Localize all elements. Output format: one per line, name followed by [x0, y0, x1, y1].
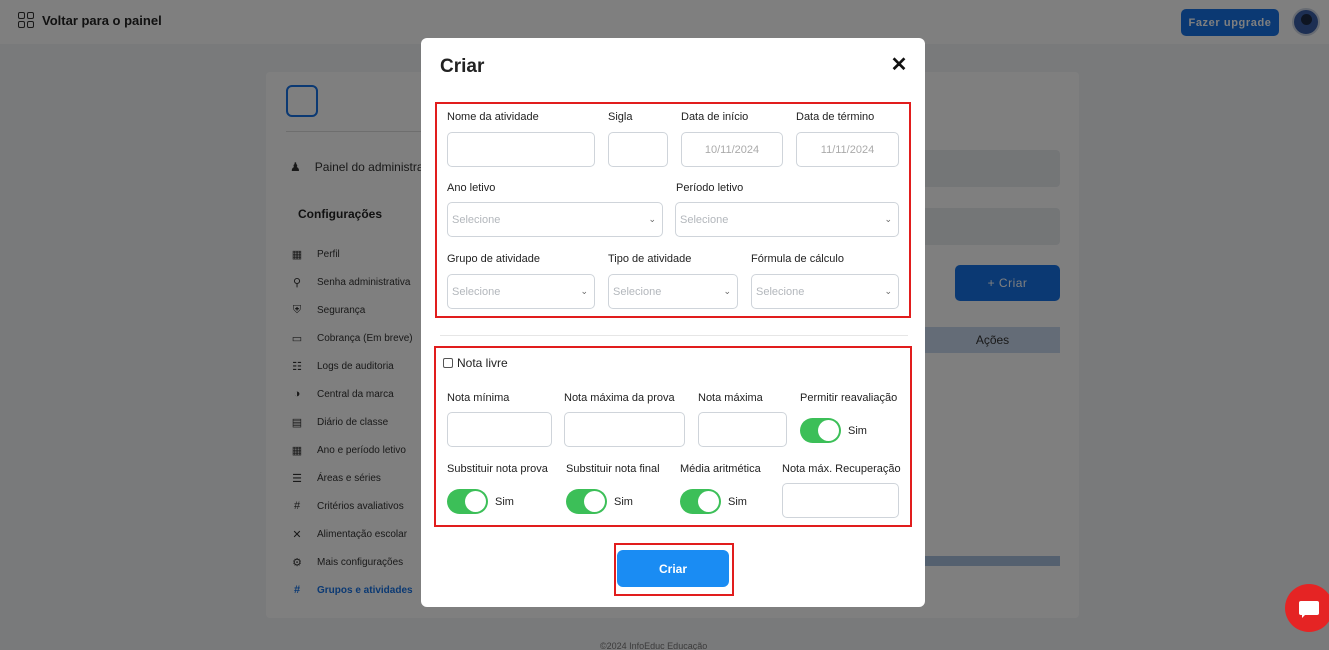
start-date-input[interactable]: [681, 132, 783, 167]
school-year-label: Ano letivo: [447, 182, 496, 194]
activity-group-select[interactable]: Selecione ⌄: [447, 274, 595, 309]
arithmetic-mean-label: Média aritmética: [680, 463, 761, 475]
replace-final-grade-toggle[interactable]: Sim: [566, 489, 633, 514]
chat-bubble-icon: [1299, 601, 1319, 618]
toggle-state-text: Sim: [495, 495, 514, 508]
chevron-down-icon: ⌄: [723, 286, 731, 296]
recovery-max-grade-label: Nota máx. Recuperação: [782, 463, 901, 475]
activity-type-label: Tipo de atividade: [608, 253, 692, 265]
free-grade-checkbox[interactable]: [443, 358, 453, 368]
section-divider: [440, 335, 908, 336]
activity-type-select[interactable]: Selecione ⌄: [608, 274, 738, 309]
select-placeholder: Selecione: [756, 285, 805, 298]
end-date-input[interactable]: [796, 132, 899, 167]
max-grade-label: Nota máxima: [698, 392, 763, 404]
exam-max-grade-label: Nota máxima da prova: [564, 392, 675, 404]
replace-final-grade-label: Substituir nota final: [566, 463, 660, 475]
chevron-down-icon: ⌄: [884, 286, 892, 296]
activity-name-input[interactable]: [447, 132, 595, 167]
modal-title: Criar: [440, 56, 485, 77]
create-button[interactable]: Criar: [617, 550, 729, 587]
create-activity-modal: Criar ✕ Nome da atividade Sigla Data de …: [421, 38, 925, 607]
toggle-state-text: Sim: [848, 424, 867, 437]
free-grade-label: Nota livre: [457, 356, 508, 370]
chevron-down-icon: ⌄: [580, 286, 588, 296]
select-placeholder: Selecione: [680, 213, 729, 226]
activity-group-label: Grupo de atividade: [447, 253, 540, 265]
toggle-track: [800, 418, 841, 443]
min-grade-input[interactable]: [447, 412, 552, 447]
school-period-select[interactable]: Selecione ⌄: [675, 202, 899, 237]
exam-max-grade-input[interactable]: [564, 412, 685, 447]
close-icon[interactable]: ✕: [889, 55, 909, 75]
max-grade-input[interactable]: [698, 412, 787, 447]
toggle-state-text: Sim: [728, 495, 747, 508]
allow-reassessment-label: Permitir reavaliação: [800, 392, 898, 404]
min-grade-label: Nota mínima: [447, 392, 510, 404]
chevron-down-icon: ⌄: [648, 214, 656, 224]
school-period-label: Período letivo: [676, 182, 744, 194]
recovery-max-grade-input[interactable]: [782, 483, 899, 518]
start-date-label: Data de início: [681, 111, 749, 123]
select-placeholder: Selecione: [452, 285, 501, 298]
replace-exam-grade-label: Substituir nota prova: [447, 463, 548, 475]
activity-name-label: Nome da atividade: [447, 111, 539, 123]
chat-button[interactable]: [1285, 584, 1329, 632]
toggle-track: [566, 489, 607, 514]
calculation-formula-select[interactable]: Selecione ⌄: [751, 274, 899, 309]
acronym-label: Sigla: [608, 111, 633, 123]
acronym-input[interactable]: [608, 132, 668, 167]
replace-exam-grade-toggle[interactable]: Sim: [447, 489, 514, 514]
end-date-label: Data de término: [796, 111, 875, 123]
school-year-select[interactable]: Selecione ⌄: [447, 202, 663, 237]
calculation-formula-label: Fórmula de cálculo: [751, 253, 844, 265]
free-grade-checkbox-row[interactable]: Nota livre: [443, 356, 508, 370]
toggle-state-text: Sim: [614, 495, 633, 508]
toggle-track: [680, 489, 721, 514]
chevron-down-icon: ⌄: [884, 214, 892, 224]
arithmetic-mean-toggle[interactable]: Sim: [680, 489, 747, 514]
allow-reassessment-toggle[interactable]: Sim: [800, 418, 867, 443]
select-placeholder: Selecione: [613, 285, 662, 298]
select-placeholder: Selecione: [452, 213, 501, 226]
toggle-track: [447, 489, 488, 514]
